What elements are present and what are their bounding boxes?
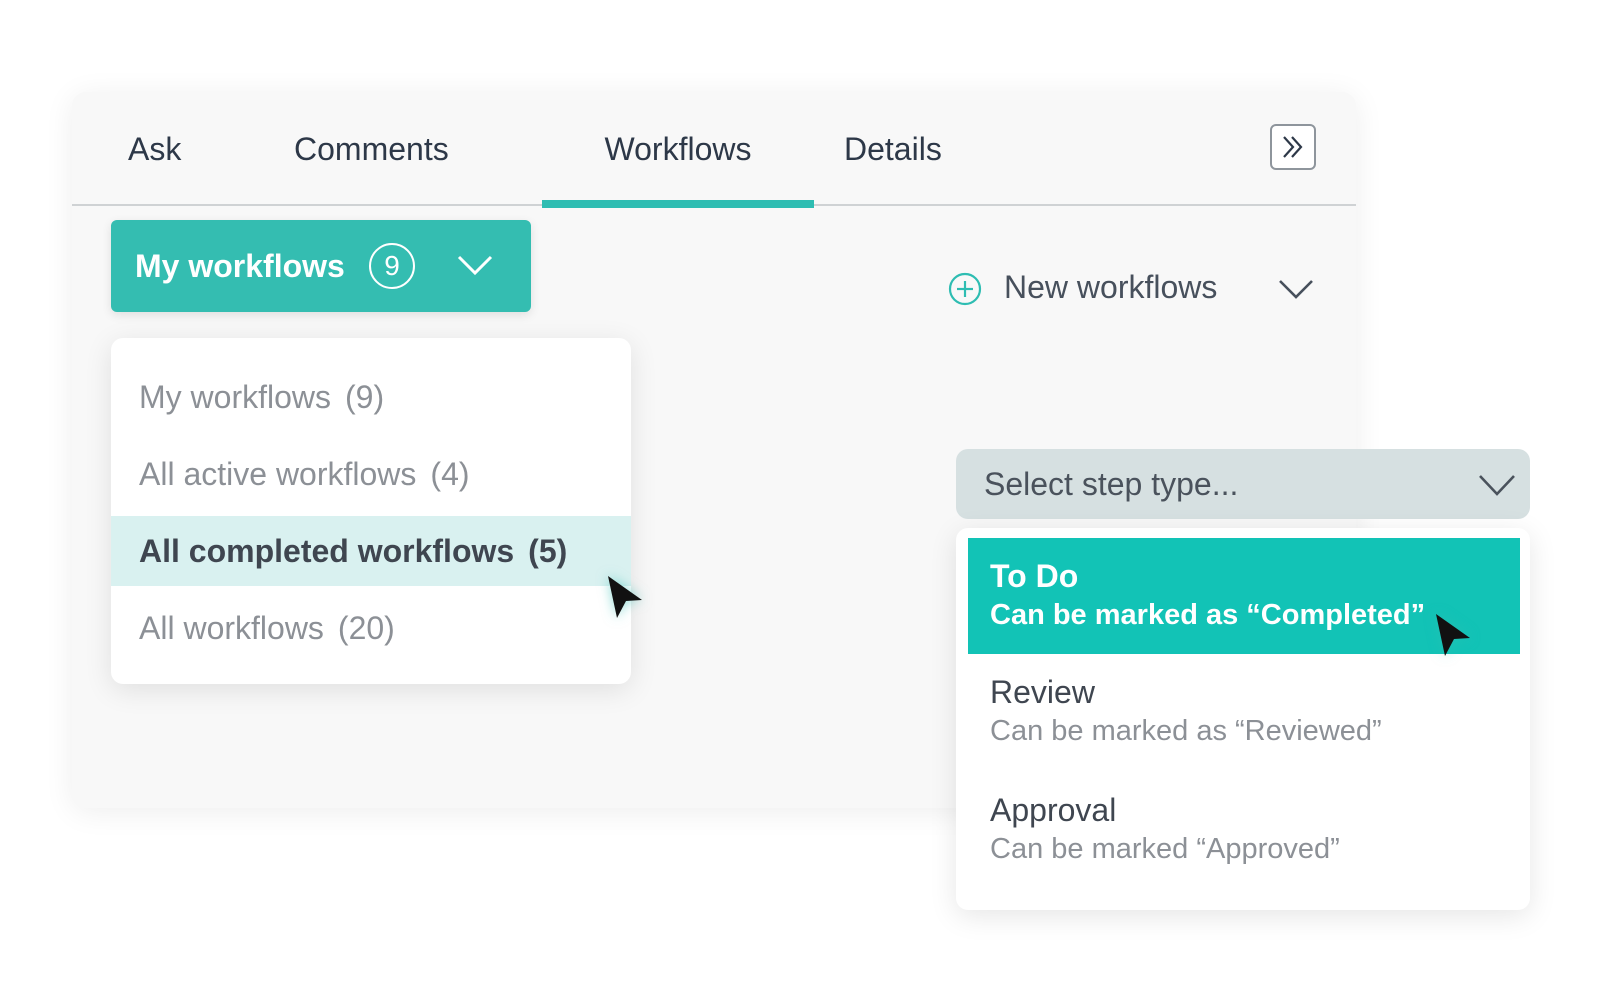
plus-circle-icon: [948, 272, 982, 306]
step-type-placeholder: Select step type...: [984, 466, 1239, 502]
tab-workflows[interactable]: Workflows: [542, 92, 814, 208]
step-option-subtitle: Can be marked as “Reviewed”: [990, 715, 1382, 747]
chevron-down-icon: [1479, 475, 1515, 496]
my-workflows-label: My workflows: [135, 248, 345, 284]
step-type-select[interactable]: Select step type...: [956, 449, 1530, 519]
filter-option-all-active[interactable]: All active workflows (4): [111, 439, 631, 509]
filter-option-count: (9): [345, 379, 385, 415]
collapse-panel-button[interactable]: [1270, 124, 1316, 170]
step-option-subtitle: Can be marked “Approved”: [990, 833, 1340, 865]
mouse-cursor-icon: [1436, 614, 1470, 656]
step-option-title: Review: [990, 674, 1095, 710]
filter-option-label: My workflows: [139, 379, 332, 415]
step-option-review[interactable]: Review Can be marked as “Reviewed”: [968, 664, 1520, 776]
workflow-filter-menu: My workflows (9) All active workflows (4) …: [111, 338, 631, 684]
filter-option-label: All workflows: [139, 610, 324, 646]
double-chevron-right-icon: [1283, 136, 1303, 158]
chevron-down-icon: [1279, 280, 1313, 299]
filter-option-my-workflows[interactable]: My workflows (9): [111, 362, 631, 432]
workflow-count-badge: 9: [369, 243, 415, 289]
mouse-cursor-icon: [608, 576, 642, 618]
chevron-down-icon: [457, 255, 493, 276]
tab-ask[interactable]: Ask: [128, 92, 181, 206]
filter-option-all-workflows[interactable]: All workflows (20): [111, 593, 631, 663]
filter-option-label: All active workflows: [139, 456, 417, 492]
filter-option-label: All completed workflows: [139, 533, 515, 569]
step-option-approval[interactable]: Approval Can be marked “Approved”: [968, 782, 1520, 894]
new-workflows-label: New workflows: [1004, 269, 1218, 305]
filter-option-count: (20): [337, 610, 395, 646]
step-type-menu: To Do Can be marked as “Completed” Revie…: [956, 528, 1530, 910]
tab-comments[interactable]: Comments: [294, 92, 449, 206]
my-workflows-dropdown-button[interactable]: My workflows 9: [111, 220, 531, 312]
filter-option-count: (5): [528, 533, 568, 569]
tab-bar: Ask Comments Workflows Details: [72, 92, 1356, 208]
new-workflows-button[interactable]: New workflows: [948, 262, 1318, 312]
tab-details[interactable]: Details: [844, 92, 942, 206]
filter-option-all-completed[interactable]: All completed workflows (5): [111, 516, 631, 586]
step-option-title: To Do: [990, 558, 1079, 594]
filter-option-count: (4): [430, 456, 470, 492]
step-option-title: Approval: [990, 792, 1117, 828]
